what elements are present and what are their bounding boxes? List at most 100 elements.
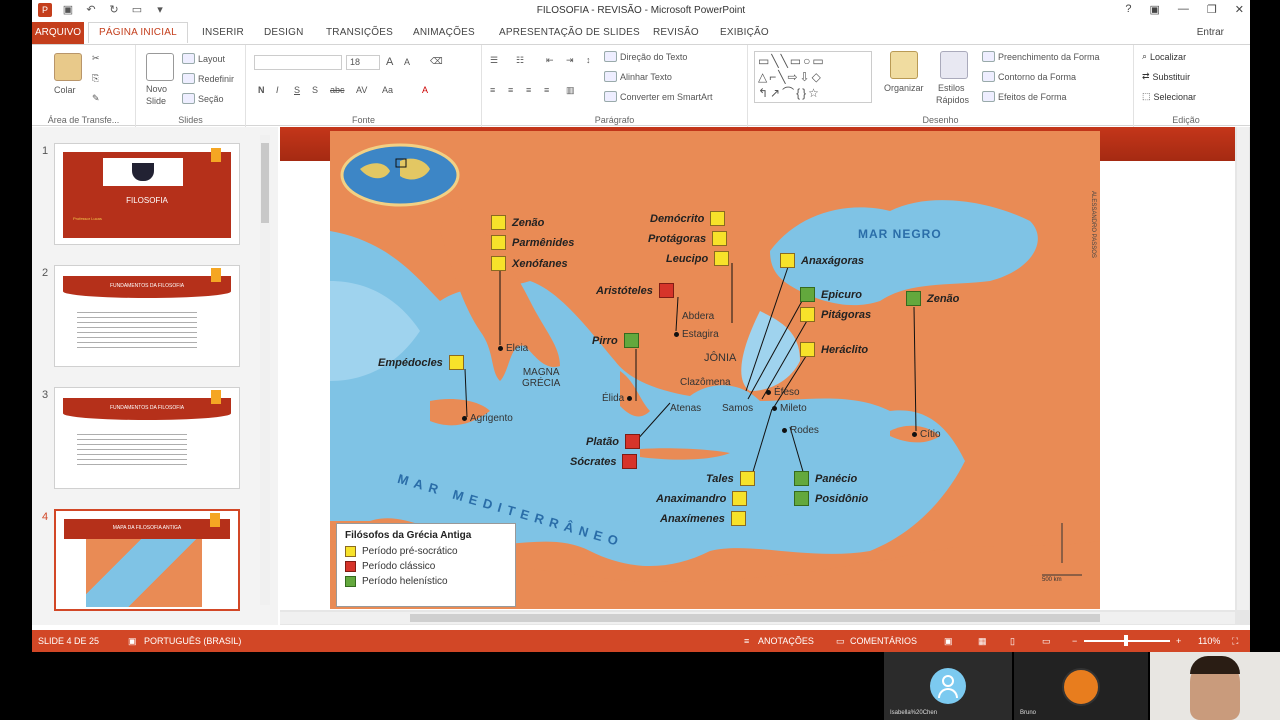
tab-animations[interactable]: ANIMAÇÕES [413, 27, 475, 38]
select-button[interactable]: ⬚ Selecionar [1142, 91, 1196, 102]
paste-icon[interactable] [54, 53, 82, 81]
shrink-font-icon[interactable]: A [404, 57, 410, 67]
zoom-in-icon[interactable]: + [1176, 636, 1181, 646]
paste-button[interactable]: Colar [54, 85, 76, 95]
help-button[interactable]: ? [1125, 3, 1131, 16]
ribbon-options-icon[interactable]: ▣ [1150, 3, 1160, 16]
spellcheck-icon[interactable]: ▣ [128, 636, 137, 647]
tab-design[interactable]: DESIGN [264, 27, 304, 38]
status-bar: SLIDE 4 DE 25 ▣ PORTUGUÊS (BRASIL) ≡ ANO… [32, 630, 1250, 652]
replace-button[interactable]: ⇄ Substituir [1142, 71, 1190, 82]
font-family-box[interactable] [254, 55, 342, 70]
quick-styles-label-1[interactable]: Estilos [938, 83, 965, 93]
thumbnail-scroll-thumb[interactable] [261, 143, 269, 223]
close-icon[interactable]: ✕ [1235, 3, 1244, 16]
tab-file[interactable]: ARQUIVO [32, 22, 84, 44]
italic-button[interactable]: I [276, 85, 279, 95]
slide-horizontal-scrollbar[interactable] [280, 612, 1235, 624]
current-slide[interactable]: 500 km MAR NEGRO MAR MEDITERRÂNEO MAGNA G… [280, 127, 1235, 610]
shape-effects-button[interactable]: Efeitos de Forma [982, 91, 1067, 102]
new-slide-label-1[interactable]: Novo [146, 84, 167, 94]
restore-icon[interactable]: ❐ [1207, 3, 1217, 16]
notes-button[interactable]: ANOTAÇÕES [758, 636, 814, 646]
font-color-icon[interactable]: A [422, 85, 428, 95]
numbering-icon[interactable]: ☷ [516, 55, 524, 66]
decrease-indent-icon[interactable]: ⇤ [546, 55, 554, 66]
region-magna-line-1: MAGNA [522, 367, 560, 378]
zoom-slider-thumb[interactable] [1124, 635, 1128, 646]
char-spacing-icon[interactable]: AV [356, 85, 367, 95]
participant-tile-2[interactable]: Bruno [1014, 652, 1148, 720]
tab-slideshow[interactable]: APRESENTAÇÃO DE SLIDES [499, 27, 640, 38]
tab-view[interactable]: EXIBIÇÃO [720, 27, 769, 38]
copy-icon[interactable]: ⎘ [92, 73, 99, 84]
tab-review[interactable]: REVISÃO [653, 27, 699, 38]
city-dot [462, 415, 467, 421]
smartart-button[interactable]: Converter em SmartArt [604, 91, 713, 102]
slideshow-icon[interactable]: ▭ [1042, 636, 1051, 647]
shape-fill-button[interactable]: Preenchimento da Forma [982, 51, 1100, 62]
shadow-button[interactable]: S [312, 85, 318, 95]
slide-sorter-icon[interactable]: ▦ [978, 636, 987, 647]
slide-thumbnail-3[interactable]: FUNDAMENTOS DA FILOSOFIA [54, 387, 240, 489]
align-right-icon[interactable]: ≡ [526, 85, 531, 95]
language-indicator[interactable]: PORTUGUÊS (BRASIL) [144, 636, 241, 646]
fit-slide-icon[interactable]: ⛶ [1232, 636, 1238, 647]
participant-tile-3-video[interactable] [1150, 652, 1280, 720]
slide-thumbnail-2[interactable]: FUNDAMENTOS DA FILOSOFIA [54, 265, 240, 367]
increase-indent-icon[interactable]: ⇥ [566, 55, 574, 66]
font-size-box[interactable]: 18 [346, 55, 380, 70]
align-text-icon [604, 71, 617, 82]
bold-button[interactable]: N [258, 85, 265, 95]
change-case-button[interactable]: Aa [382, 85, 393, 95]
align-center-icon[interactable]: ≡ [508, 85, 513, 95]
quick-styles-icon[interactable] [940, 51, 968, 79]
slide-thumbnail-4[interactable]: MAPA DA FILOSOFIA ANTIGA [54, 509, 240, 611]
comments-button[interactable]: COMENTÁRIOS [850, 636, 917, 646]
new-slide-icon[interactable] [146, 53, 174, 81]
notes-icon[interactable]: ≡ [744, 636, 749, 646]
slide-thumbnail-1[interactable]: FILOSOFIA Professor Lucas [54, 143, 240, 245]
tab-insert[interactable]: INSERIR [202, 27, 244, 38]
section-button[interactable]: Seção [182, 93, 224, 104]
reset-button[interactable]: Redefinir [182, 73, 234, 84]
minimize-icon[interactable]: — [1178, 3, 1189, 16]
format-painter-icon[interactable]: ✎ [92, 93, 100, 104]
philosopher-name: Tales [706, 472, 734, 485]
arrange-icon[interactable] [890, 51, 918, 79]
thumbnail-scrollbar[interactable] [260, 135, 270, 605]
reading-view-icon[interactable]: ▯ [1010, 636, 1015, 647]
columns-icon[interactable]: ▥ [566, 85, 575, 96]
zoom-out-icon[interactable]: − [1072, 636, 1077, 646]
shapes-gallery[interactable]: ▭╲╲▭○▭ △⌐╲⇨⇩◇ ↰↗⌒{}☆ [754, 51, 872, 103]
bullets-icon[interactable]: ☰ [490, 55, 498, 66]
cut-icon[interactable]: ✂ [92, 53, 100, 64]
arrange-button[interactable]: Organizar [884, 83, 924, 93]
participant-tile-1[interactable]: Isabella%20Chen [884, 652, 1012, 720]
normal-view-icon[interactable]: ▣ [944, 636, 953, 647]
underline-button[interactable]: S [294, 85, 300, 95]
grow-font-icon[interactable]: A [386, 56, 393, 68]
tab-transitions[interactable]: TRANSIÇÕES [326, 27, 393, 38]
quick-styles-label-2[interactable]: Rápidos [936, 95, 969, 105]
align-text-button[interactable]: Alinhar Texto [604, 71, 672, 82]
align-left-icon[interactable]: ≡ [490, 85, 495, 95]
new-slide-label-2[interactable]: Slide [146, 96, 166, 106]
layout-button[interactable]: Layout [182, 53, 225, 64]
line-spacing-icon[interactable]: ↕ [586, 55, 591, 65]
text-direction-button[interactable]: Direção do Texto [604, 51, 687, 62]
horizontal-scroll-thumb[interactable] [410, 614, 1100, 622]
signin-link[interactable]: Entrar [1197, 27, 1224, 38]
legend-row-pre-socratic: Período pré-socrático [345, 546, 507, 557]
clear-format-icon[interactable]: ⌫ [430, 56, 443, 67]
tab-home[interactable]: PÁGINA INICIAL [88, 22, 188, 43]
comments-icon[interactable]: ▭ [836, 636, 845, 647]
shape-outline-button[interactable]: Contorno da Forma [982, 71, 1076, 82]
find-button[interactable]: ⌕ Localizar [1142, 51, 1186, 62]
strikethrough-button[interactable]: abc [330, 85, 345, 95]
philosopher-zenao-citio: Zenão [906, 291, 959, 306]
zoom-level[interactable]: 110% [1198, 636, 1220, 646]
slide-vertical-scrollbar[interactable] [1237, 127, 1249, 610]
justify-icon[interactable]: ≡ [544, 85, 549, 95]
window-controls: ? ▣ — ❐ ✕ [1125, 3, 1244, 16]
